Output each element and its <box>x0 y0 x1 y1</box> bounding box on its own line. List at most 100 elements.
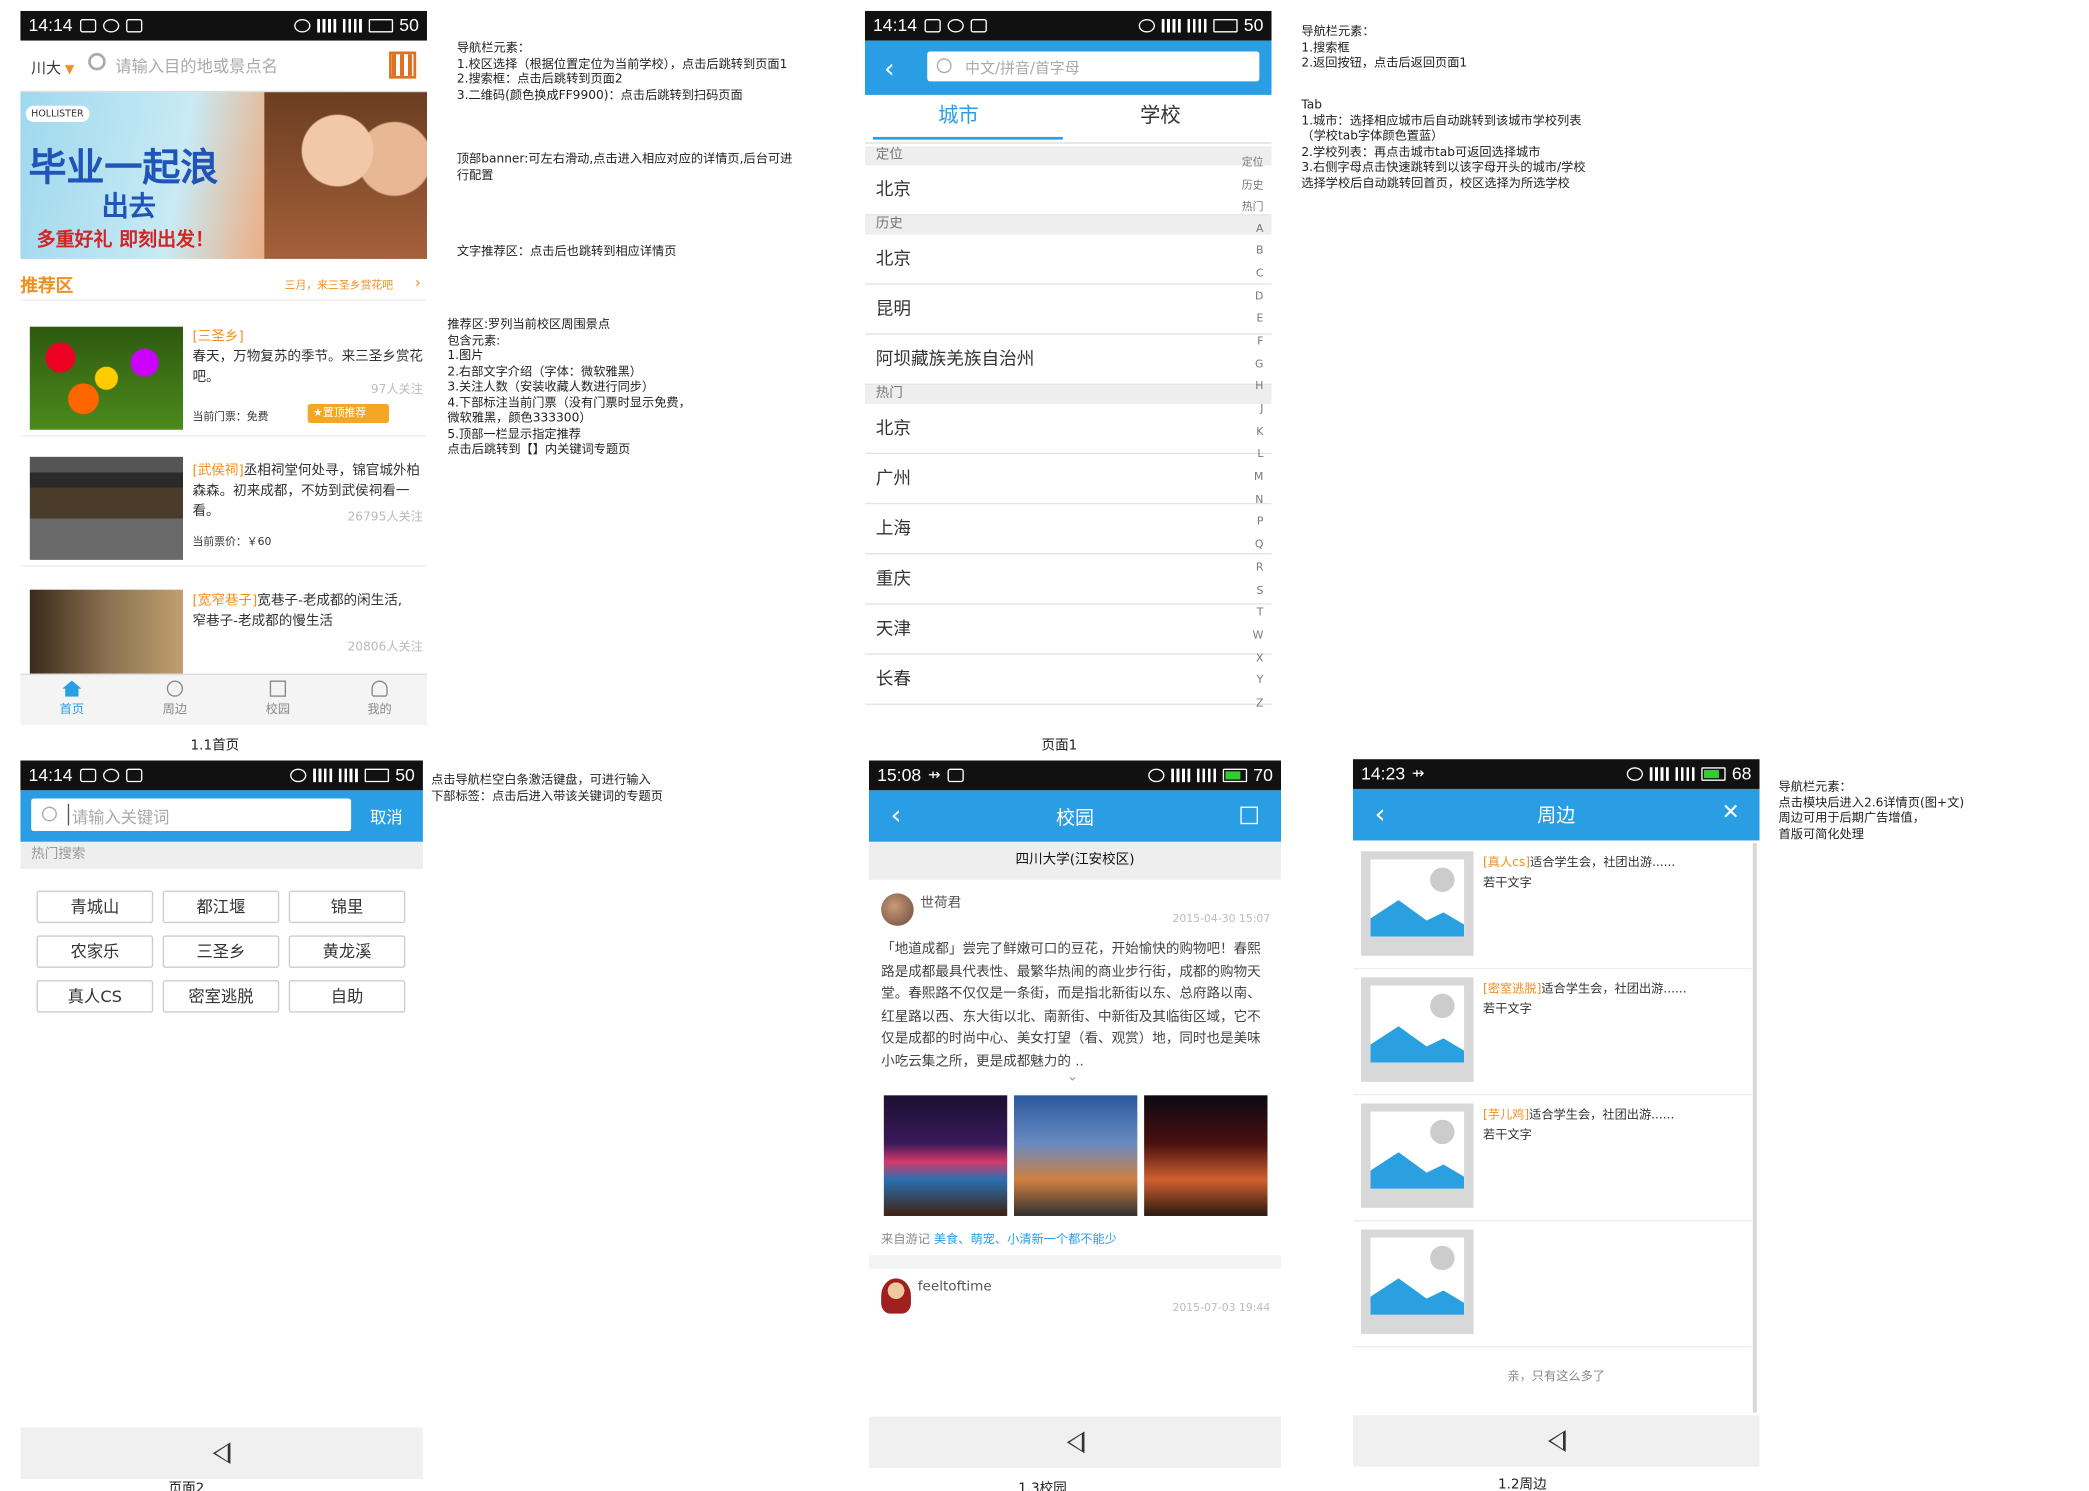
status-time: 14:23 <box>1361 763 1406 784</box>
post-photo[interactable] <box>1013 1095 1138 1216</box>
note-nearby: 导航栏元素： 点击模块后进入2.6详情页(图+文) 周边可用于后期广告增值， 首… <box>1778 780 1965 842</box>
back-arrow-icon[interactable]: ‹ <box>884 52 895 85</box>
hot-search-chip[interactable]: 农家乐 <box>36 935 154 968</box>
hot-search-chip[interactable]: 三圣乡 <box>162 935 280 968</box>
index-letter[interactable]: A <box>1231 222 1263 245</box>
android-nav-bar <box>20 1427 423 1479</box>
back-triangle-icon[interactable] <box>1066 1431 1084 1454</box>
index-letter[interactable]: H <box>1231 380 1263 403</box>
post-photo[interactable] <box>1144 1095 1268 1216</box>
city-row[interactable]: 广州 <box>864 454 1272 505</box>
tab-me[interactable]: 我的 <box>352 680 406 717</box>
index-letter[interactable]: B <box>1231 244 1263 267</box>
city-row[interactable]: 昆明 <box>864 285 1272 335</box>
hot-search-chip[interactable]: 青城山 <box>36 890 154 924</box>
index-letter[interactable]: F <box>1231 335 1263 358</box>
list-item[interactable]: [三圣乡] 春天，万物复苏的季节。来三圣乡赏花吧。 97人关注 当前门票：免费 ★… <box>20 317 428 437</box>
tab-home[interactable]: 首页 <box>45 680 99 717</box>
text-cursor <box>67 803 70 826</box>
hot-search-chip[interactable]: 真人CS <box>36 980 154 1013</box>
item-image <box>29 326 184 430</box>
check-icon <box>946 18 964 33</box>
image-icon <box>79 768 96 783</box>
hot-search-chip[interactable]: 黄龙溪 <box>288 935 406 968</box>
check-icon <box>102 768 119 783</box>
nearby-item[interactable]: [芋儿鸡]适合学生会，社团出游...... 若干文字 <box>1352 1095 1752 1222</box>
top-badge: ★置顶推荐 <box>307 403 390 423</box>
battery-icon <box>1700 767 1726 781</box>
index-letter[interactable]: E <box>1231 312 1264 335</box>
nearby-item[interactable]: [真人cs]适合学生会，社团出游...... 若干文字 <box>1352 843 1752 970</box>
back-triangle-icon[interactable] <box>212 1442 231 1465</box>
index-letter[interactable]: Z <box>1231 697 1263 716</box>
city-row[interactable]: 上海 <box>864 504 1272 555</box>
index-letter[interactable]: N <box>1231 493 1263 516</box>
city-row[interactable]: 北京 <box>864 165 1272 216</box>
index-letter[interactable]: Y <box>1231 674 1264 697</box>
signal-icon <box>1649 767 1669 781</box>
index-letter[interactable]: G <box>1231 357 1263 380</box>
tab-campus[interactable]: 校园 <box>251 680 305 717</box>
index-letter[interactable]: 热门 <box>1231 199 1264 221</box>
tab-nearby[interactable]: 周边 <box>148 680 202 717</box>
tab-school[interactable]: 学校 <box>1140 100 1181 128</box>
city-row[interactable]: 重庆 <box>864 554 1272 605</box>
index-letter[interactable]: C <box>1231 267 1264 290</box>
index-letter[interactable]: J <box>1231 403 1263 426</box>
city-row[interactable]: 北京 <box>864 404 1272 455</box>
index-letter[interactable]: D <box>1231 290 1263 313</box>
nearby-item[interactable] <box>1352 1221 1752 1348</box>
qrcode-icon[interactable] <box>389 51 417 79</box>
index-letter[interactable]: L <box>1231 448 1263 471</box>
city-row[interactable]: 天津 <box>864 605 1272 655</box>
hot-search-chip[interactable]: 锦里 <box>288 890 406 924</box>
section-title: 推荐区 <box>20 276 74 297</box>
status-time: 14:14 <box>28 14 73 36</box>
hot-search-chip[interactable]: 自助 <box>288 980 406 1013</box>
city-row[interactable]: 北京 <box>864 235 1272 285</box>
hot-search-chip[interactable]: 密室逃脱 <box>162 980 280 1013</box>
back-triangle-icon[interactable] <box>1547 1430 1566 1452</box>
alphabet-index[interactable]: 定位 历史 热门 A B C D E F G H J K L M N P Q R S T W X Y Z <box>1231 155 1264 716</box>
search-placeholder: 中文/拼音/首字母 <box>965 59 1080 78</box>
source-link[interactable]: 美食、萌宠、小清新一个都不能少 <box>934 1234 1117 1248</box>
hot-search-chip[interactable]: 都江堰 <box>162 890 280 924</box>
battery-icon <box>364 768 389 783</box>
index-letter[interactable]: M <box>1231 470 1263 493</box>
scroll-track[interactable] <box>1752 843 1757 1413</box>
index-letter[interactable]: T <box>1231 606 1264 629</box>
location-select[interactable]: 川大 ▼ <box>31 57 74 79</box>
tab-city[interactable]: 城市 <box>938 100 979 128</box>
battery-icon <box>368 18 393 33</box>
close-icon[interactable]: ✕ <box>1722 798 1740 824</box>
mail-icon <box>125 18 142 33</box>
index-letter[interactable]: Q <box>1231 538 1264 561</box>
post-photo[interactable] <box>883 1095 1008 1216</box>
keyword-input[interactable]: 请输入关键词 <box>31 798 352 831</box>
item-followers: 20806人关注 <box>347 641 423 655</box>
list-item[interactable]: [宽窄巷子]宽巷子-老成都的闲生活, 窄巷子-老成都的慢生活 20806人关注 <box>20 577 427 674</box>
list-item[interactable]: [武侯祠]丞相祠堂何处寻，锦官城外柏森森。初来成都，不妨到武侯祠看一看。 267… <box>20 447 428 567</box>
city-row[interactable]: 长春 <box>864 655 1272 705</box>
index-letter[interactable]: R <box>1231 561 1264 584</box>
nearby-nav-bar: ‹ 周边 ✕ <box>1352 788 1760 841</box>
item-sub: 若干文字 <box>1483 877 1532 891</box>
expand-chevron-icon[interactable]: ⌄ <box>1067 1070 1078 1085</box>
search-input[interactable]: 请输入目的地或景点名 <box>115 54 278 77</box>
home-icon <box>62 680 82 697</box>
section-more-link[interactable]: 三月，来三圣乡赏花吧 <box>285 278 393 293</box>
index-letter[interactable]: 定位 <box>1231 155 1264 177</box>
index-letter[interactable]: S <box>1231 584 1264 607</box>
cancel-button[interactable]: 取消 <box>370 805 403 828</box>
index-letter[interactable]: X <box>1231 651 1263 674</box>
city-row[interactable]: 阿坝藏族羌族自治州 <box>864 335 1272 385</box>
index-letter[interactable]: K <box>1231 425 1263 448</box>
share-icon[interactable] <box>1240 806 1258 825</box>
nearby-item[interactable]: [密室逃脱]适合学生会，社团出游...... 若干文字 <box>1352 969 1752 1096</box>
city-search-input[interactable]: 中文/拼音/首字母 <box>927 51 1260 82</box>
home-banner[interactable]: HOLLISTER 毕业一起浪 出去 多重好礼 即刻出发！ <box>20 92 428 259</box>
index-letter[interactable]: P <box>1231 516 1264 539</box>
item-sub: 若干文字 <box>1483 1003 1532 1017</box>
index-letter[interactable]: W <box>1231 629 1264 652</box>
index-letter[interactable]: 历史 <box>1231 177 1264 199</box>
